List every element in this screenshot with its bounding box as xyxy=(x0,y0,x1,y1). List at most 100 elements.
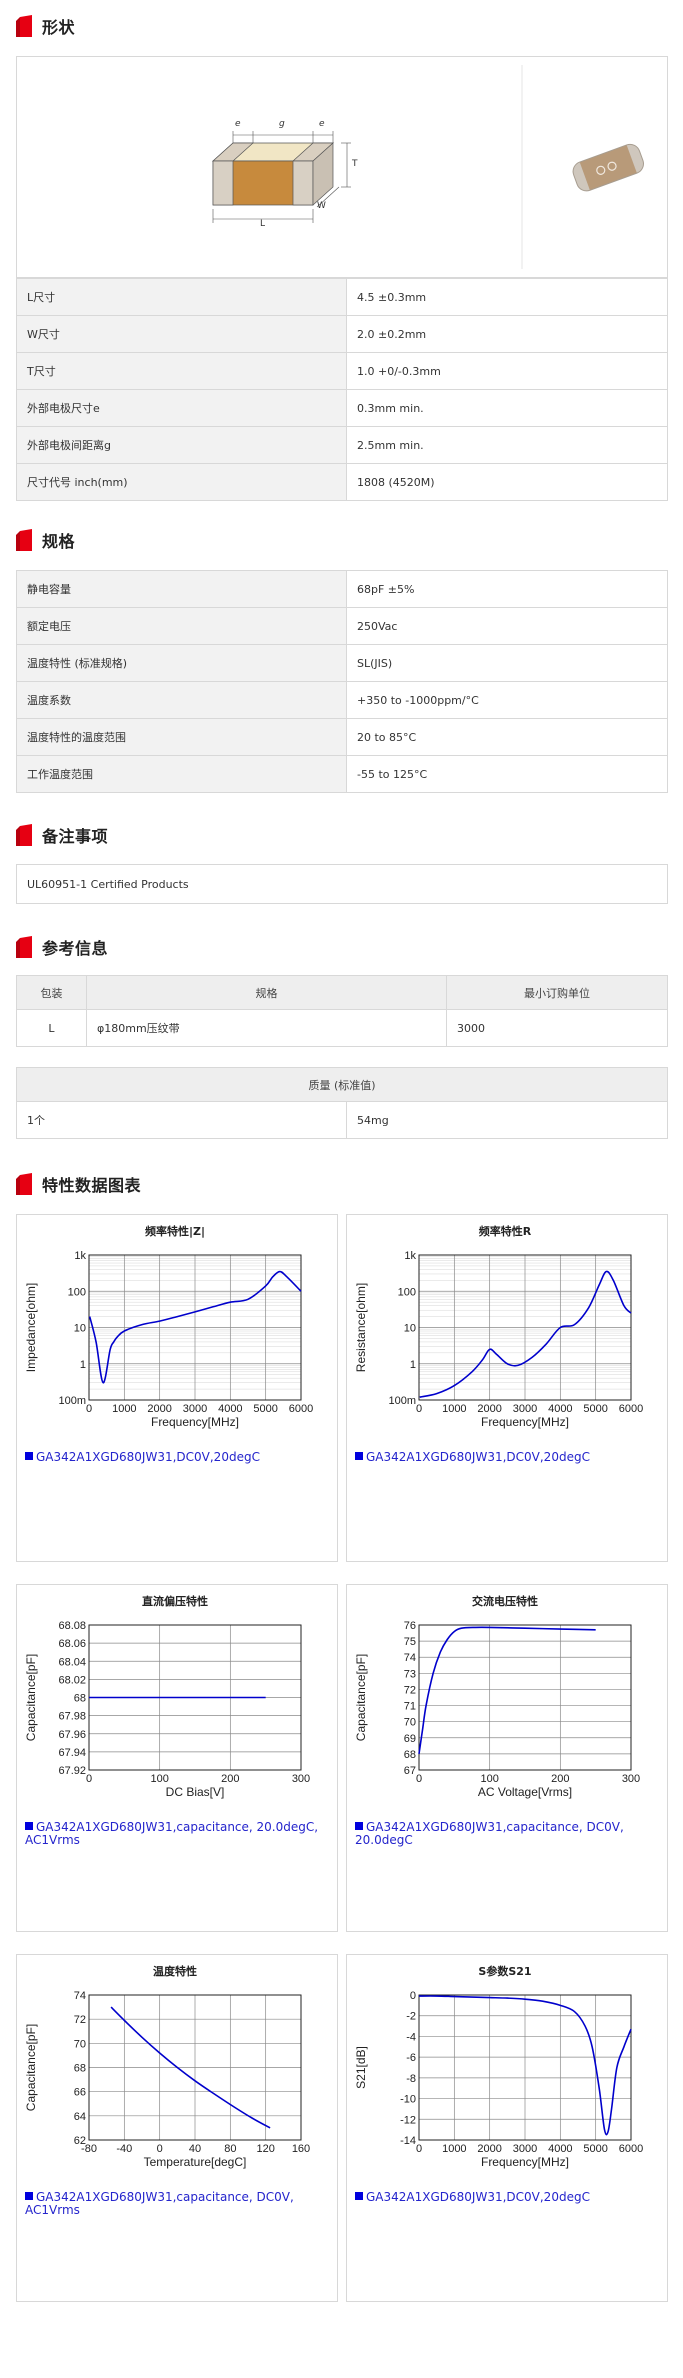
specs-row: 额定电压 250Vac xyxy=(16,607,668,645)
mass-header: 质量 (标准值) xyxy=(16,1067,668,1102)
legend-text: GA342A1XGD680JW31,DC0V,20degC xyxy=(36,1450,260,1464)
chart-card: 0 100 200 300 67.92 67.94 67.96 67.98 68 68.02 68.… xyxy=(16,1584,338,1932)
x-tick-label: 80 xyxy=(224,2143,236,2155)
y-tick-label: 1k xyxy=(404,1250,416,1262)
x-tick-label: 300 xyxy=(622,1773,640,1785)
x-tick-label: -40 xyxy=(116,2143,132,2155)
legend-swatch-icon xyxy=(355,1452,363,1460)
y-tick-label: 70 xyxy=(404,1717,416,1729)
y-tick-label: 67.96 xyxy=(58,1729,86,1741)
series-line xyxy=(418,1626,596,1755)
x-tick-label: 0 xyxy=(416,1403,422,1415)
x-axis-label: DC Bias[V] xyxy=(166,1785,225,1799)
chart-title: 频率特性R xyxy=(479,1224,532,1238)
y-tick-label: 68 xyxy=(74,1693,86,1705)
y-axis-label: Capacitance[pF] xyxy=(24,2024,38,2111)
y-tick-label: 68.04 xyxy=(58,1656,86,1668)
chart-legend: GA342A1XGD680JW31,capacitance, 20.0degC,… xyxy=(25,1821,330,1847)
packaging-type: L xyxy=(16,1009,87,1047)
mass-value: 54mg xyxy=(346,1101,668,1139)
x-axis-label: Temperature[degC] xyxy=(144,2155,247,2169)
chart-legend: GA342A1XGD680JW31,DC0V,20degC xyxy=(355,1451,660,1464)
legend-text: GA342A1XGD680JW31,capacitance, DC0V, AC1… xyxy=(25,2190,294,2217)
packaging-table: 包装 规格 最小订购单位 L φ180mm压纹带 3000 xyxy=(16,975,668,1047)
section-header-shape: 形状 xyxy=(16,14,75,38)
x-axis-label: Frequency[MHz] xyxy=(481,2155,569,2169)
x-tick-label: 200 xyxy=(551,1773,569,1785)
dimensions-row: 外部电极间距离g 2.5mm min. xyxy=(16,426,668,464)
y-tick-label: 75 xyxy=(404,1636,416,1648)
chart-card: 0 1000 2000 3000 4000 5000 6000 0 -2 -4 -6 -8 -10 -12… xyxy=(346,1954,668,2302)
x-tick-label: 3000 xyxy=(183,1403,207,1415)
chart-legend: GA342A1XGD680JW31,DC0V,20degC xyxy=(355,2191,660,2204)
chart-svg: -80 -40 0 40 80 120 16062646668707274温度特性Tempe… xyxy=(24,1964,310,2169)
x-tick-label: 100 xyxy=(150,1773,168,1785)
y-tick-label: 67.98 xyxy=(58,1711,86,1723)
packaging-header-type: 包装 xyxy=(16,975,87,1010)
dim-label-g: g xyxy=(279,119,285,129)
legend-swatch-icon xyxy=(355,2192,363,2200)
dimensions-value: 4.5 ±0.3mm xyxy=(346,278,668,316)
series-line xyxy=(88,1270,302,1384)
y-tick-label: 73 xyxy=(404,1668,416,1680)
dimensions-value: 0.3mm min. xyxy=(346,389,668,427)
dimensions-row: L尺寸 4.5 ±0.3mm xyxy=(16,278,668,316)
dimensions-label: 外部电极间距离g xyxy=(16,426,347,464)
y-axis-label: Impedance[ohm] xyxy=(24,1283,38,1372)
x-axis-label: Frequency[MHz] xyxy=(151,1415,239,1429)
specs-label: 静电容量 xyxy=(16,570,347,608)
chart-svg: 0 100 200 300 67 68 69 70 71 72 73 74 75 76 交流电压特性 AC V… xyxy=(354,1594,640,1799)
legend-swatch-icon xyxy=(25,2192,33,2200)
chart-card: 0 1000 2000 3000 4000 5000 6000 100m 1 10 100 1k 频率特… xyxy=(346,1214,668,1562)
x-tick-label: 1000 xyxy=(112,1403,136,1415)
packaging-header-spec: 规格 xyxy=(86,975,447,1010)
y-tick-label: 62 xyxy=(74,2135,86,2147)
y-tick-label: 100 xyxy=(398,1286,416,1298)
dimensions-label: W尺寸 xyxy=(16,315,347,353)
y-tick-label: 100m xyxy=(388,1395,416,1407)
specs-row: 静电容量 68pF ±5% xyxy=(16,570,668,608)
dim-label-e-right: e xyxy=(319,119,325,129)
legend-text: GA342A1XGD680JW31,DC0V,20degC xyxy=(366,2190,590,2204)
x-tick-label: 100 xyxy=(480,1773,498,1785)
chart-title: 温度特性 xyxy=(153,1964,197,1978)
dimensions-row: 尺寸代号 inch(mm) 1808 (4520M) xyxy=(16,463,668,501)
dimensions-table: L尺寸 4.5 ±0.3mm W尺寸 2.0 ±0.2mm T尺寸 1.0 +0/-0.3… xyxy=(16,278,668,501)
y-tick-label: -8 xyxy=(406,2073,416,2085)
specs-row: 温度特性 (标准规格) SL(JIS) xyxy=(16,644,668,682)
packaging-spec: φ180mm压纹带 xyxy=(86,1009,447,1047)
dimensions-label: L尺寸 xyxy=(16,278,347,316)
x-tick-label: 6000 xyxy=(289,1403,313,1415)
legend-swatch-icon xyxy=(25,1822,33,1830)
packaging-header-moq: 最小订购单位 xyxy=(446,975,668,1010)
specs-row: 温度特性的温度范围 20 to 85°C xyxy=(16,718,668,756)
dimensions-label: T尺寸 xyxy=(16,352,347,390)
y-axis-label: Capacitance[pF] xyxy=(24,1654,38,1741)
x-tick-label: 1000 xyxy=(442,1403,466,1415)
mass-table: 质量 (标准值) 1个 54mg xyxy=(16,1067,668,1139)
chart-legend: GA342A1XGD680JW31,capacitance, DC0V, AC1… xyxy=(25,2191,330,2217)
y-tick-label: 64 xyxy=(74,2111,86,2123)
y-tick-label: 72 xyxy=(404,1684,416,1696)
x-tick-label: 0 xyxy=(416,2143,422,2155)
chart-title: S参数S21 xyxy=(478,1964,531,1978)
y-tick-label: 76 xyxy=(404,1620,416,1632)
chart-svg: 0 1000 2000 3000 4000 5000 6000 100m 1 10 100 1k 频率特… xyxy=(354,1224,643,1429)
x-axis-label: Frequency[MHz] xyxy=(481,1415,569,1429)
chart-title: 交流电压特性 xyxy=(472,1594,538,1608)
specs-value: -55 to 125°C xyxy=(346,755,668,793)
y-tick-label: 66 xyxy=(74,2087,86,2099)
dim-label-t: T xyxy=(352,159,358,169)
y-tick-label: 10 xyxy=(74,1323,86,1335)
y-tick-label: -2 xyxy=(406,2011,416,2023)
x-tick-label: 300 xyxy=(292,1773,310,1785)
dimensions-row: T尺寸 1.0 +0/-0.3mm xyxy=(16,352,668,390)
y-tick-label: 67.94 xyxy=(58,1747,86,1759)
x-tick-label: 1000 xyxy=(442,2143,466,2155)
y-tick-label: 71 xyxy=(404,1701,416,1713)
x-tick-label: 2000 xyxy=(477,1403,501,1415)
section-title: 形状 xyxy=(42,18,76,37)
y-tick-label: 69 xyxy=(404,1733,416,1745)
x-tick-label: 0 xyxy=(86,1773,92,1785)
dimensions-label: 尺寸代号 inch(mm) xyxy=(16,463,347,501)
